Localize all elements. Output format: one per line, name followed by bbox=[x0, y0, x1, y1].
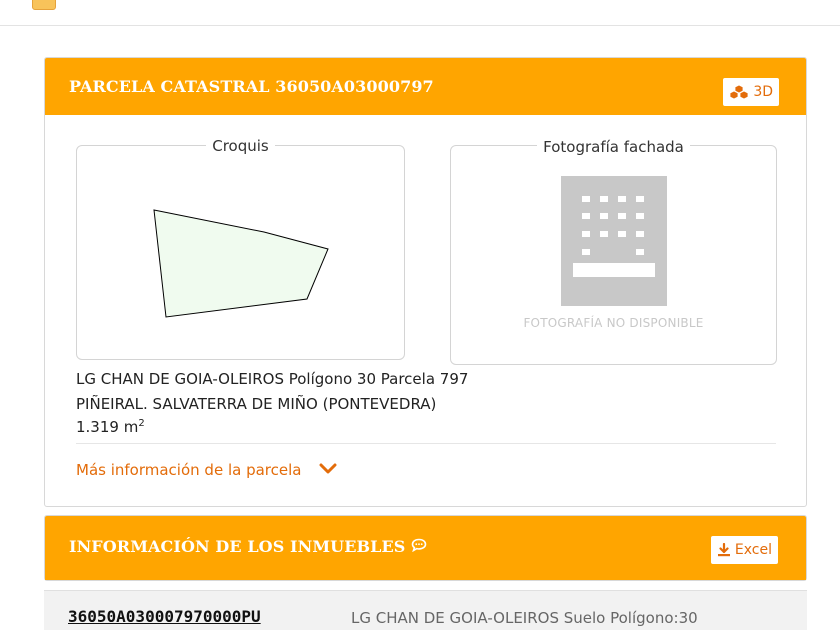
export-excel-button[interactable]: Excel bbox=[710, 536, 778, 564]
parcel-sketch bbox=[153, 209, 329, 318]
parcel-title: PARCELA CATASTRAL 36050A03000797 bbox=[69, 77, 434, 96]
inmuebles-title-text: INFORMACIÓN DE LOS INMUEBLES bbox=[69, 537, 406, 556]
view-3d-label: 3D bbox=[753, 84, 773, 100]
cadastral-ref-link[interactable]: 36050A030007970000PU bbox=[68, 607, 261, 626]
photo-frame: Fotografía fachada FOTOGRAFÍA NO DISPONI… bbox=[450, 138, 777, 365]
building-icon bbox=[561, 176, 667, 306]
download-icon bbox=[717, 543, 731, 557]
more-info-label: Más información de la parcela bbox=[76, 461, 302, 479]
property-description: LG CHAN DE GOIA-OLEIROS Suelo Polígono:3… bbox=[351, 609, 698, 627]
inmuebles-title: INFORMACIÓN DE LOS INMUEBLES bbox=[69, 537, 427, 556]
area-value: 1.319 m bbox=[76, 418, 139, 436]
view-3d-button[interactable]: 3D bbox=[723, 78, 779, 106]
inmuebles-panel-header: INFORMACIÓN DE LOS INMUEBLES Excel bbox=[45, 516, 806, 580]
parcel-panel-header: PARCELA CATASTRAL 36050A03000797 3D bbox=[45, 58, 806, 115]
address-line-2: PIÑEIRAL. SALVATERRA DE MIÑO (PONTEVEDRA… bbox=[76, 395, 437, 413]
cubes-icon bbox=[729, 84, 749, 100]
parcel-panel: PARCELA CATASTRAL 36050A03000797 3D Croq… bbox=[44, 57, 807, 507]
divider bbox=[76, 443, 776, 444]
comment-icon[interactable] bbox=[411, 537, 427, 556]
chevron-down-icon bbox=[319, 461, 337, 479]
top-bar bbox=[0, 0, 840, 26]
sketch-label: Croquis bbox=[206, 137, 275, 155]
sketch-frame: Croquis bbox=[76, 137, 405, 360]
export-excel-label: Excel bbox=[734, 542, 772, 558]
inmuebles-panel: INFORMACIÓN DE LOS INMUEBLES Excel bbox=[44, 515, 807, 581]
parcel-polygon bbox=[153, 209, 329, 318]
no-photo-text: FOTOGRAFÍA NO DISPONIBLE bbox=[523, 316, 704, 330]
more-info-link[interactable]: Más información de la parcela bbox=[76, 461, 337, 479]
area-unit-sup: 2 bbox=[138, 418, 145, 429]
folder-tab[interactable] bbox=[32, 0, 56, 10]
table-row: 36050A030007970000PU LG CHAN DE GOIA-OLE… bbox=[44, 590, 807, 630]
parcel-area: 1.319 m2 bbox=[76, 418, 145, 436]
address-line-1: LG CHAN DE GOIA-OLEIROS Polígono 30 Parc… bbox=[76, 370, 469, 388]
